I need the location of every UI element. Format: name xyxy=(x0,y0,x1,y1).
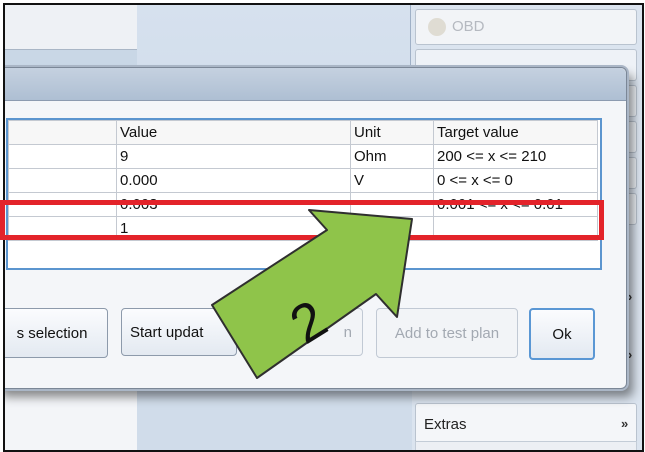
annotation-arrow-icon: 2 xyxy=(211,209,413,379)
